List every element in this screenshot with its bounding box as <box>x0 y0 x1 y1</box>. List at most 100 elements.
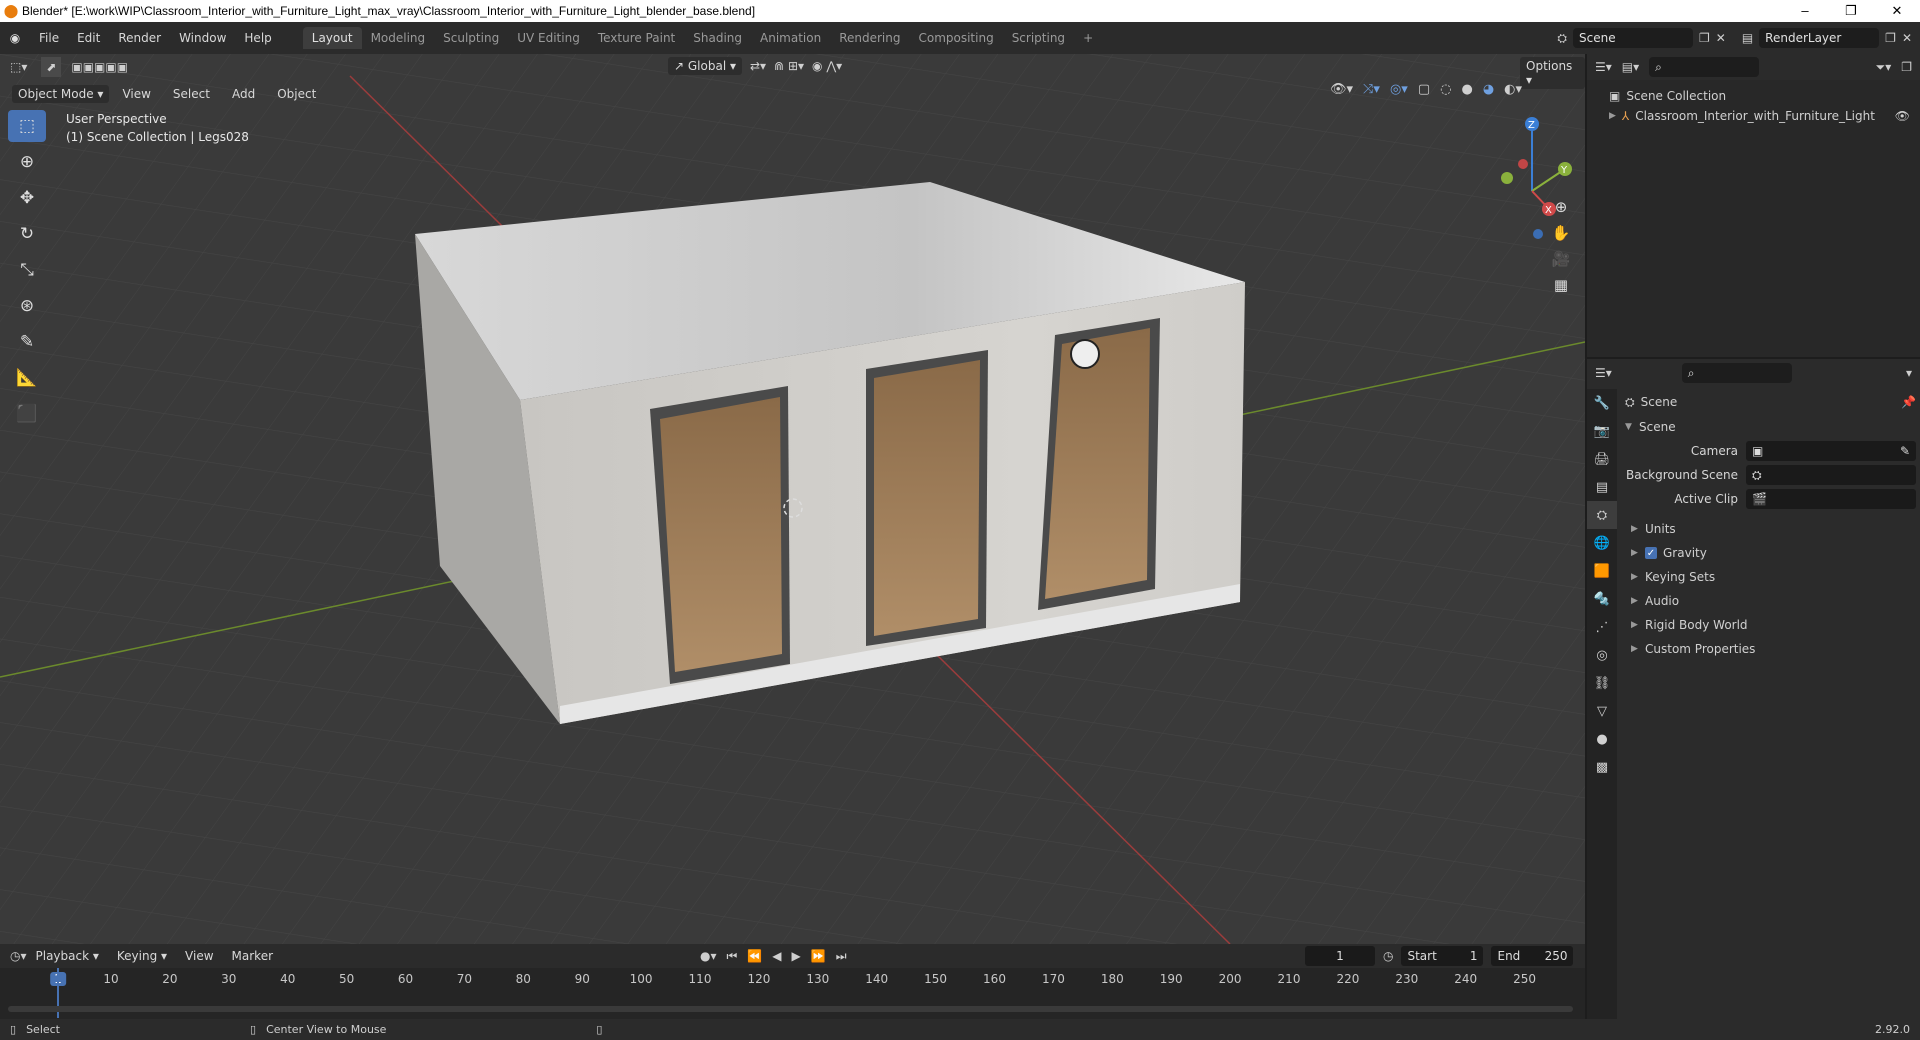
scene-selector[interactable]: Scene <box>1573 28 1693 48</box>
menu-edit[interactable]: Edit <box>68 28 109 48</box>
solid-shading-icon[interactable]: ● <box>1461 82 1472 97</box>
scene-panel-header[interactable]: ▼ Scene <box>1621 415 1916 439</box>
viewport-menu-select[interactable]: Select <box>164 84 219 104</box>
menu-render[interactable]: Render <box>109 28 170 48</box>
move-tool-icon[interactable]: ✥ <box>8 182 46 214</box>
options-button[interactable]: Options ▾ <box>1520 57 1585 89</box>
gizmo-toggle-icon[interactable]: ⤨▾ <box>1363 82 1380 97</box>
viewport-menu-add[interactable]: Add <box>223 84 264 104</box>
tab-sculpting[interactable]: Sculpting <box>434 27 508 49</box>
material-tab-icon[interactable]: ● <box>1587 725 1617 753</box>
object-tab-icon[interactable]: 🟧 <box>1587 557 1617 585</box>
tab-animation[interactable]: Animation <box>751 27 830 49</box>
display-mode-icon[interactable]: ▤▾ <box>1622 60 1639 74</box>
jump-end-icon[interactable]: ⏭ <box>836 949 847 964</box>
start-frame-field[interactable]: Start 1 <box>1401 946 1484 966</box>
tab-layout[interactable]: Layout <box>302 27 362 49</box>
custom-properties-panel[interactable]: ▶ Custom Properties <box>1621 637 1916 661</box>
data-tab-icon[interactable]: ▽ <box>1587 697 1617 725</box>
pivot-icon[interactable]: ⇄▾ <box>750 59 766 73</box>
cursor-tool-icon[interactable]: ⊕ <box>8 146 46 178</box>
editor-type-icon[interactable]: ⬚▾ <box>10 60 27 74</box>
gravity-panel[interactable]: ▶ ✓ Gravity <box>1621 541 1916 565</box>
new-collection-icon[interactable]: ❐ <box>1901 60 1912 74</box>
camera-view-icon[interactable]: 🎥 <box>1548 246 1574 272</box>
particles-tab-icon[interactable]: ⋰ <box>1587 613 1617 641</box>
menu-help[interactable]: Help <box>235 28 280 48</box>
transform-tool-icon[interactable]: ⊛ <box>8 290 46 322</box>
timeline-menu-keying[interactable]: Keying ▾ <box>108 946 176 966</box>
play-icon[interactable]: ▶ <box>792 949 801 964</box>
wireframe-shading-icon[interactable]: ◌ <box>1440 82 1451 97</box>
camera-field[interactable]: ▣ ✎ <box>1746 441 1916 461</box>
scene-tab-icon[interactable]: ⛭ <box>1587 501 1617 529</box>
eye-icon[interactable]: 👁 <box>1895 109 1910 123</box>
rotate-tool-icon[interactable]: ↻ <box>8 218 46 250</box>
background-scene-field[interactable]: ⛭ <box>1746 465 1916 485</box>
end-frame-field[interactable]: End 250 <box>1491 946 1574 966</box>
outliner-item[interactable]: ▶ ⅄ Classroom_Interior_with_Furniture_Li… <box>1609 106 1920 126</box>
filter-icon[interactable]: ⏷▾ <box>1876 60 1892 75</box>
world-tab-icon[interactable]: 🌐 <box>1587 529 1617 557</box>
delete-scene-icon[interactable]: ✕ <box>1716 31 1726 45</box>
tool-tab-icon[interactable]: 🔧 <box>1587 389 1617 417</box>
units-panel[interactable]: ▶ Units <box>1621 517 1916 541</box>
pin-icon[interactable]: 📌 <box>1901 395 1916 409</box>
physics-tab-icon[interactable]: ◎ <box>1587 641 1617 669</box>
outliner-editor-icon[interactable]: ☰▾ <box>1595 60 1612 74</box>
material-shading-icon[interactable]: ◕ <box>1483 82 1494 97</box>
next-keyframe-icon[interactable]: ⏩ <box>811 949 826 964</box>
new-scene-icon[interactable]: ❐ <box>1699 31 1710 45</box>
output-tab-icon[interactable]: 🖨 <box>1587 445 1617 473</box>
eyedropper-icon[interactable]: ✎ <box>1900 444 1910 458</box>
annotate-tool-icon[interactable]: ✎ <box>8 326 46 358</box>
tab-texture-paint[interactable]: Texture Paint <box>589 27 684 49</box>
viewport-menu-object[interactable]: Object <box>268 84 325 104</box>
properties-search-input[interactable]: ⌕ <box>1681 363 1792 383</box>
rendered-shading-icon[interactable]: ◐▾ <box>1504 82 1522 97</box>
new-view-layer-icon[interactable]: ❐ <box>1885 31 1896 45</box>
tab-uv-editing[interactable]: UV Editing <box>508 27 589 49</box>
audio-panel[interactable]: ▶ Audio <box>1621 589 1916 613</box>
tab-compositing[interactable]: Compositing <box>909 27 1002 49</box>
active-clip-field[interactable]: 🎬 <box>1746 489 1916 509</box>
visibility-icon[interactable]: 👁▾ <box>1330 82 1353 97</box>
select-box-tool-icon[interactable]: ⬚ <box>8 110 46 142</box>
timeline-scrollbar[interactable] <box>8 1006 1573 1012</box>
add-cube-tool-icon[interactable]: ⬛ <box>8 398 46 430</box>
render-tab-icon[interactable]: 📷 <box>1587 417 1617 445</box>
properties-editor-icon[interactable]: ☰▾ <box>1595 366 1612 380</box>
play-reverse-icon[interactable]: ◀ <box>772 949 781 964</box>
timeline-menu-view[interactable]: View <box>176 946 222 966</box>
close-button[interactable]: ✕ <box>1874 3 1920 19</box>
jump-start-icon[interactable]: ⏮ <box>727 949 738 964</box>
pan-hand-icon[interactable]: ✋ <box>1548 220 1574 246</box>
xray-icon[interactable]: ▢ <box>1418 82 1430 97</box>
blender-menu-icon[interactable]: ◉ <box>0 31 30 45</box>
scale-tool-icon[interactable]: ⤡ <box>8 254 46 286</box>
view-layer-tab-icon[interactable]: ▤ <box>1587 473 1617 501</box>
outliner-search-input[interactable]: ⌕ <box>1649 57 1760 77</box>
menu-file[interactable]: File <box>30 28 68 48</box>
timeline-track[interactable]: 1102030405060708090100110120130140150160… <box>0 968 1585 1020</box>
timeline-editor-icon[interactable]: ◷▾ <box>10 949 27 963</box>
texture-tab-icon[interactable]: ▩ <box>1587 753 1617 781</box>
zoom-icon[interactable]: ⊕ <box>1548 194 1574 220</box>
timeline-menu-marker[interactable]: Marker <box>223 946 282 966</box>
prev-keyframe-icon[interactable]: ⏪ <box>747 949 762 964</box>
view-layer-selector[interactable]: RenderLayer <box>1759 28 1880 48</box>
expand-arrow-icon[interactable]: ▶ <box>1609 111 1616 121</box>
modifier-tab-icon[interactable]: 🔩 <box>1587 585 1617 613</box>
record-icon[interactable]: ●▾ <box>700 949 717 964</box>
3d-viewport[interactable]: Z Y X ⬚▾ ⬈ ▣▣▣▣▣ Object Mode ▾ View Sele… <box>0 54 1585 944</box>
selection-modes-icon[interactable]: ▣▣▣▣▣ <box>71 60 128 74</box>
current-frame-field[interactable]: 1 <box>1305 946 1375 966</box>
mode-selector[interactable]: Object Mode ▾ <box>12 85 110 103</box>
select-tool-mode-icon[interactable]: ⬈ <box>41 57 62 77</box>
tab-modeling[interactable]: Modeling <box>362 27 435 49</box>
collapse-icon[interactable]: ▾ <box>1906 366 1912 380</box>
delete-view-layer-icon[interactable]: ✕ <box>1902 31 1912 45</box>
minimize-button[interactable]: – <box>1782 3 1828 19</box>
tab-rendering[interactable]: Rendering <box>830 27 909 49</box>
overlay-toggle-icon[interactable]: ◎▾ <box>1390 82 1408 97</box>
